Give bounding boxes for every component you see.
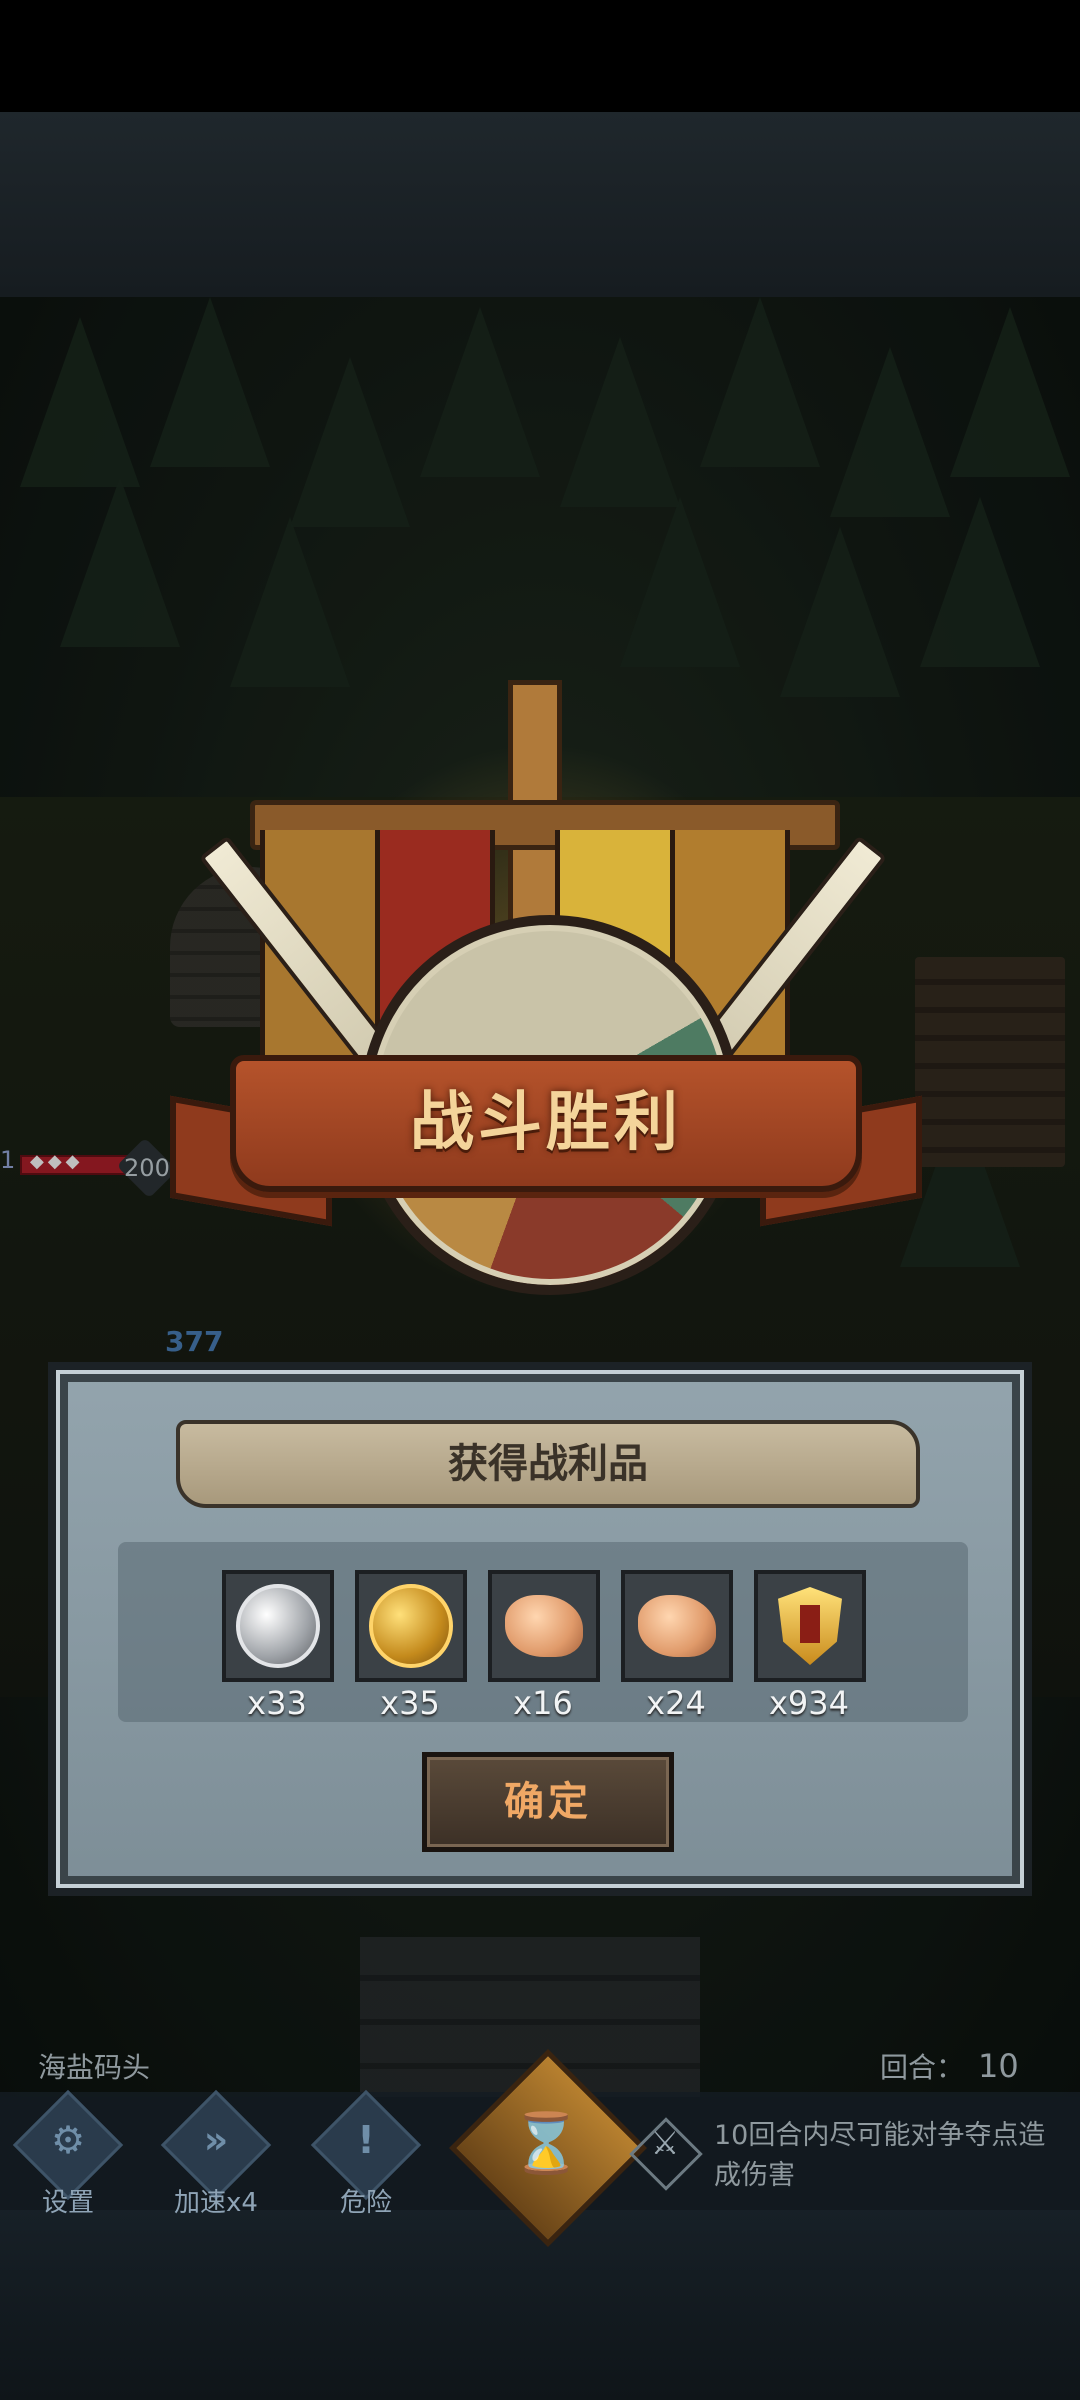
loot-qty: x24 (646, 1684, 706, 1722)
loot-panel: 获得战利品 x33 x35 x16 x24 x934 确定 (48, 1362, 1032, 1896)
speed-button[interactable]: » 加速x4 (156, 2089, 276, 2218)
loot-item[interactable]: x35 (355, 1570, 467, 1722)
settings-button[interactable]: ⚙ 设置 (8, 2089, 128, 2218)
victory-emblem: 战斗胜利 (170, 680, 922, 1340)
loot-qty: x35 (380, 1684, 440, 1722)
round-value: 10 (978, 2047, 1019, 2085)
danger-button[interactable]: ! 危险 (306, 2089, 426, 2218)
danger-label: 危险 (339, 2188, 392, 2218)
victory-title: 战斗胜利 (410, 1086, 682, 1160)
fast-forward-icon: » (203, 2118, 229, 2162)
honor-badge-icon (778, 1587, 842, 1665)
gear-icon: ⚙ (50, 2118, 86, 2162)
confirm-button[interactable]: 确定 (422, 1752, 674, 1852)
exclamation-icon: ! (357, 2118, 375, 2162)
gold-coin-icon (369, 1584, 453, 1668)
round-label: 回合： (880, 2051, 965, 2084)
loot-header: 获得战利品 (176, 1420, 920, 1508)
loot-qty: x33 (247, 1684, 307, 1722)
header-strip (0, 112, 1080, 297)
hourglass-icon: ⌛ (510, 2109, 583, 2177)
victory-ribbon: 战斗胜利 (230, 1055, 862, 1192)
loot-item[interactable]: x934 (754, 1570, 866, 1722)
round-counter: 回合： 10 (880, 2046, 1019, 2086)
loot-item[interactable]: x33 (222, 1570, 334, 1722)
settings-label: 设置 (41, 2188, 94, 2218)
objective-tip: 10回合内尽可能对争夺点造成伤害 (714, 2120, 1046, 2191)
loot-list: x33 x35 x16 x24 x934 (118, 1542, 968, 1722)
ore-icon (638, 1595, 716, 1657)
crossed-swords-icon: ⚔ (650, 2124, 680, 2162)
loot-item[interactable]: x16 (488, 1570, 600, 1722)
loot-item[interactable]: x24 (621, 1570, 733, 1722)
loot-qty: x16 (513, 1684, 573, 1722)
status-bar (0, 0, 1080, 112)
location-name: 海盐码头 (38, 2051, 151, 2084)
loot-qty: x934 (768, 1684, 849, 1722)
silver-coin-icon (236, 1584, 320, 1668)
speed-label: 加速x4 (174, 2188, 258, 2218)
ore-icon (505, 1595, 583, 1657)
